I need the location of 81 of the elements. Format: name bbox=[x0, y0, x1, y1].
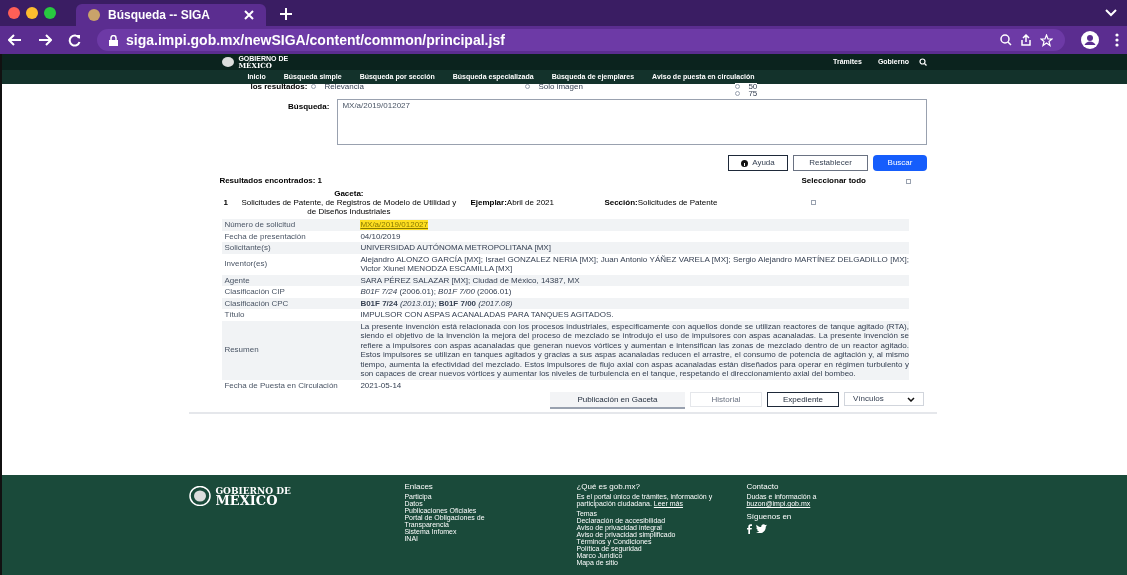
field-label: Clasificación CIP bbox=[223, 287, 286, 297]
field-label: Resumen bbox=[223, 345, 260, 355]
radio-button[interactable] bbox=[311, 84, 317, 89]
field-value: Abril de 2021 bbox=[506, 198, 554, 207]
chevron-down-icon bbox=[907, 396, 915, 402]
field-label: Sección: bbox=[604, 198, 638, 207]
profile-icon[interactable] bbox=[1081, 31, 1099, 49]
primary-button[interactable]: Buscar bbox=[873, 155, 927, 171]
url-text: siga.impi.gob.mx/newSIGA/content/common/principal.jsf bbox=[126, 30, 505, 50]
reload-icon[interactable] bbox=[68, 33, 81, 47]
footer-heading: ¿Qué es gob.mx? bbox=[576, 483, 641, 490]
browser-tab[interactable]: Búsqueda -- SIGA bbox=[76, 4, 266, 26]
field-value: Solicitudes de Patente bbox=[637, 198, 718, 207]
results-count: Resultados encontrados: 1 bbox=[219, 175, 323, 187]
field-label: Número de solicitud bbox=[223, 220, 297, 230]
emblem-icon bbox=[222, 57, 235, 67]
checkbox[interactable] bbox=[906, 178, 911, 184]
field-label: Fecha de Puesta en Circulación bbox=[223, 380, 339, 390]
gazette-tab[interactable]: Publicación en Gaceta bbox=[550, 392, 685, 409]
field-label: Título bbox=[223, 310, 246, 320]
radio-button[interactable] bbox=[735, 84, 741, 89]
field-label: Inventor(es) bbox=[223, 259, 269, 269]
footer-heading: Enlaces bbox=[404, 483, 434, 490]
links-dropdown[interactable]: Vínculos bbox=[844, 392, 924, 406]
field-value: B01F 7/24 (2006.01); B01F 7/00 (2006.01) bbox=[360, 287, 512, 297]
field-label: Agente bbox=[223, 275, 251, 285]
option-label: 50 bbox=[748, 83, 758, 90]
option-label: 75 bbox=[748, 90, 758, 97]
zoom-icon[interactable] bbox=[1000, 34, 1012, 46]
field-value: SARA PÉREZ SALAZAR [MX]; Ciudad de México, 14387, MX bbox=[360, 275, 580, 285]
option-label: Relevancia bbox=[324, 83, 364, 90]
dropdown-label: Vínculos bbox=[853, 393, 884, 405]
field-label: Clasificación CPC bbox=[223, 298, 290, 308]
forward-icon[interactable] bbox=[38, 34, 52, 46]
field-label: Solicitante(s) bbox=[223, 243, 272, 253]
window-control-icon[interactable] bbox=[44, 7, 56, 19]
address-bar[interactable]: siga.impi.gob.mx/newSIGA/content/common/principal.jsf bbox=[97, 29, 1065, 51]
action-button[interactable]: Expediente bbox=[767, 392, 839, 407]
gaceta-label: Gaceta: bbox=[334, 189, 364, 198]
info-icon bbox=[741, 159, 749, 167]
select-all-label: Seleccionar todo bbox=[801, 175, 866, 187]
back-icon[interactable] bbox=[8, 34, 22, 46]
favicon-icon bbox=[88, 9, 100, 21]
radio-button[interactable] bbox=[735, 91, 741, 96]
new-tab-icon[interactable] bbox=[280, 8, 292, 20]
field-value: UNIVERSIDAD AUTÓNOMA METROPOLITANA [MX] bbox=[360, 243, 551, 253]
close-icon[interactable] bbox=[244, 10, 254, 20]
footer-logo[interactable]: GOBIERNO DE MÉXICO bbox=[189, 486, 405, 506]
window-control-icon[interactable] bbox=[26, 7, 38, 19]
star-icon[interactable] bbox=[1040, 33, 1053, 47]
share-icon[interactable] bbox=[1020, 34, 1032, 46]
radio-button[interactable] bbox=[525, 84, 531, 89]
search-field[interactable]: MX/a/2019/012027 bbox=[337, 99, 927, 145]
application-number-link[interactable]: MX/a/2019/012027 bbox=[360, 220, 428, 230]
field-label: Fecha de presentación bbox=[223, 231, 307, 241]
window-control-icon[interactable] bbox=[8, 7, 20, 19]
field-value: IMPULSOR CON ASPAS ACANALADAS PARA TANQUES AGITADOS. bbox=[360, 310, 614, 320]
chevron-down-icon[interactable] bbox=[1105, 9, 1117, 17]
field-value: 04/10/2019 bbox=[360, 231, 401, 241]
lock-icon bbox=[109, 34, 118, 46]
result-number: 1 bbox=[222, 198, 229, 207]
follow-label: Síguenos en bbox=[746, 513, 793, 520]
emblem-icon bbox=[189, 486, 212, 506]
field-label: Ejemplar: bbox=[470, 198, 507, 207]
help-button[interactable]: Ayuda bbox=[728, 155, 788, 171]
checkbox[interactable] bbox=[811, 200, 817, 205]
field-value: 2021-05-14 bbox=[360, 380, 402, 390]
outline-button[interactable]: Restablecer bbox=[793, 155, 868, 171]
field-value: B01F 7/24 (2013.01); B01F 7/00 (2017.08) bbox=[360, 298, 513, 308]
field-value: La presente invención está relacionada con los procesos industriales, específicamente con aquellos donde se utilizan reactores de tanque agitado (RTA), siendo el objetivo de la invención la mejora del proceso de mezclado se introdujo el uso de impulsores con aspas acanaladas. La presente invención se refiere a impulsores con aspas acanaladas que generan nuevos vórtices y aumentan e intensifican las zonas de mezclado dentro de un reactor agitado. Estos impulsores se utilizan en tanques agitados y gracias a sus aspas acanaladas reducen el arrastre, el consumo de potencia de agitación y, al mismo tiempo, aumenta la efectividad del mezclado. Estos impulsores de flujo axial con aspas acanaladas están diseñados para operar en régimen turbulento y son capaces de crear nuevos vórtices y aumentar los niveles de turbulencia en el tanque, respetando el direccionamiento axial del bombeo. bbox=[360, 321, 909, 379]
facebook-icon[interactable] bbox=[746, 524, 753, 534]
gaceta-name: Solicitudes de Patente, de Registros de Modelo de Utilidad y de Diseños Industriales bbox=[241, 198, 457, 216]
field-value: Alejandro ALONZO GARCÍA [MX]; Israel GONZALEZ NERIA [MX]; Juan Antonio YÁÑEZ VARELA [MX]; Sergio Alejandro MARTÍNEZ DELGADILLO [MX]; Victor Xiunel MENODZA ESCAMILLA [MX] bbox=[360, 254, 909, 274]
more-icon[interactable] bbox=[1115, 33, 1119, 47]
option-label: Solo imagen bbox=[538, 83, 583, 90]
tab-title: Búsqueda -- SIGA bbox=[108, 7, 211, 24]
order-label: los resultados: bbox=[249, 83, 308, 90]
twitter-icon[interactable] bbox=[756, 524, 768, 533]
footer-heading: Contacto bbox=[746, 483, 780, 490]
search-label: Búsqueda: bbox=[287, 101, 331, 113]
search-icon[interactable] bbox=[919, 58, 927, 66]
